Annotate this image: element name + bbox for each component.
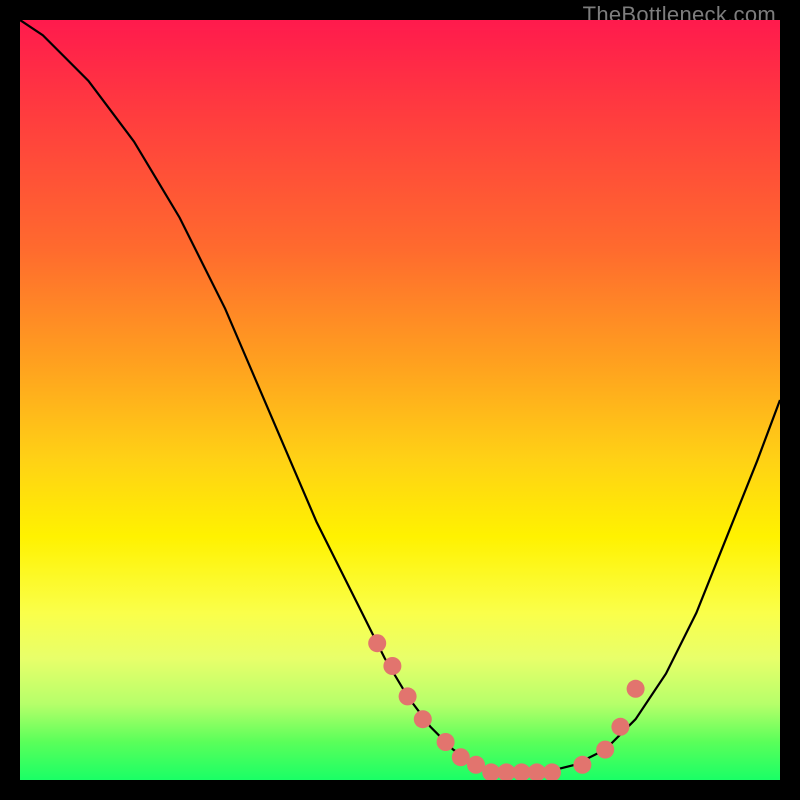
highlight-dot: [543, 763, 561, 780]
highlight-dot: [596, 741, 614, 759]
highlight-dot: [368, 634, 386, 652]
bottleneck-curve: [20, 20, 780, 772]
highlight-dots: [368, 634, 644, 780]
plot-area: [20, 20, 780, 780]
chart-overlay: [20, 20, 780, 780]
highlight-dot: [399, 687, 417, 705]
highlight-dot: [627, 680, 645, 698]
highlight-dot: [414, 710, 432, 728]
stage: TheBottleneck.com: [0, 0, 800, 800]
highlight-dot: [383, 657, 401, 675]
highlight-dot: [611, 718, 629, 736]
highlight-dot: [437, 733, 455, 751]
highlight-dot: [573, 756, 591, 774]
